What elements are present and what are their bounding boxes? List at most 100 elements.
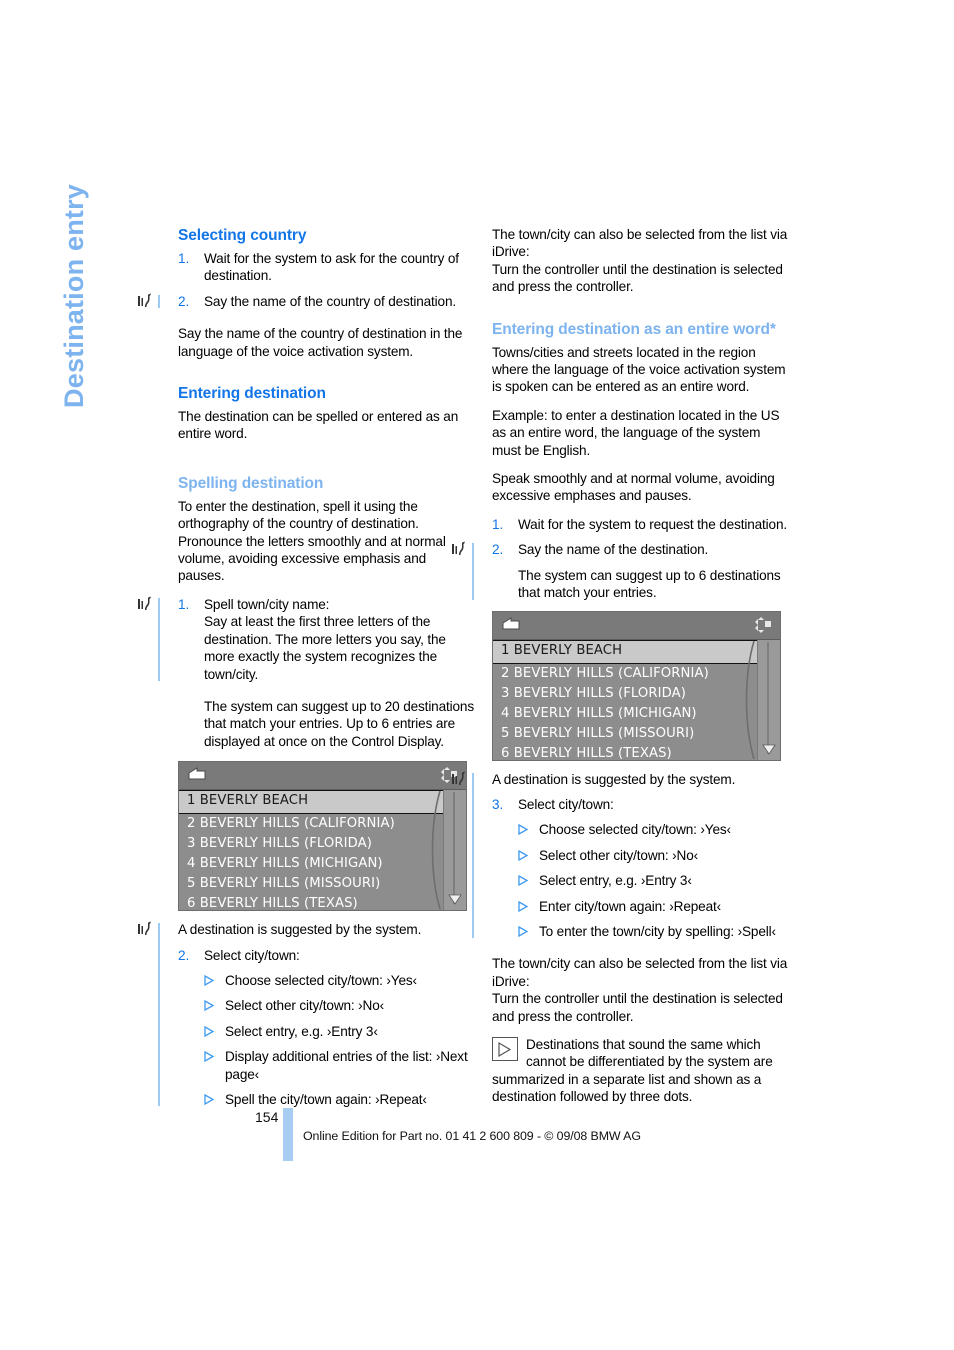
step-text-line1: Spell town/city name: xyxy=(204,596,330,612)
bullet-text: Select entry, e.g. ›Entry 3‹ xyxy=(539,873,692,889)
step-item: 1. Wait for the system to request the de… xyxy=(492,516,788,533)
idrive-list-item[interactable]: 3 BEVERLY HILLS (FLORIDA) xyxy=(493,684,780,704)
manual-page: Destination entry Selecting country 1. W… xyxy=(0,0,954,1350)
step-text: Select city/town: xyxy=(518,796,614,812)
step-number: 1. xyxy=(178,596,190,612)
bullet-item: Spell the city/town again: ›Repeat‹ xyxy=(178,1091,474,1108)
heading-selecting-country: Selecting country xyxy=(178,227,307,244)
caption-destination-suggested: A destination is suggested by the system… xyxy=(178,922,422,938)
triangle-bullet-icon xyxy=(204,1091,225,1108)
bullet-text: Select entry, e.g. ›Entry 3‹ xyxy=(225,1023,378,1039)
idrive-list: 1 BEVERLY BEACH 2 BEVERLY HILLS (CALIFOR… xyxy=(493,639,780,760)
idrive-list-item[interactable]: 6 BEVERLY HILLS (TEXAS) xyxy=(493,744,780,760)
voice-rule xyxy=(158,923,160,1107)
step-item: 2. Say the name of the country of destin… xyxy=(178,293,474,310)
step-text: Wait for the system to request the desti… xyxy=(518,516,787,532)
triangle-bullet-icon xyxy=(518,821,539,838)
step-number: 2. xyxy=(178,293,190,309)
idrive-list-item[interactable]: 2 BEVERLY HILLS (CALIFORNIA) xyxy=(493,664,780,684)
paragraph-entire-word-2: Example: to enter a destination located … xyxy=(492,407,780,458)
scrollbar-track xyxy=(453,792,455,905)
scroll-down-arrow-icon[interactable] xyxy=(762,740,776,759)
voice-step-group: 2. Say the name of the country of destin… xyxy=(138,293,474,310)
idrive-list-item[interactable]: 4 BEVERLY HILLS (MICHIGAN) xyxy=(179,854,466,874)
scroll-down-arrow-icon[interactable] xyxy=(448,890,462,909)
image-watermark: 07U1TNa0213REJUR xyxy=(772,643,779,702)
idrive-list-item[interactable]: 6 BEVERLY HILLS (TEXAS) xyxy=(179,894,466,910)
idrive-list-curve xyxy=(745,640,755,759)
heading-entering-destination: Entering destination xyxy=(178,385,326,403)
triangle-bullet-icon xyxy=(518,898,539,915)
voice-rule xyxy=(472,772,474,939)
step-number: 1. xyxy=(492,516,504,532)
voice-step-group: A destination is suggested by the system… xyxy=(452,771,788,941)
idrive-screenshot-entire-word: 1 BEVERLY BEACH 2 BEVERLY HILLS (CALIFOR… xyxy=(492,610,781,761)
triangle-bullet-icon xyxy=(518,923,539,940)
step-text-line2: Say at least the first three letters of … xyxy=(204,614,446,682)
paragraph-idrive-intro: The town/city can also be selected from … xyxy=(492,226,788,296)
idrive-list-item[interactable]: 4 BEVERLY HILLS (MICHIGAN) xyxy=(493,704,780,724)
paragraph-idrive-closing: The town/city can also be selected from … xyxy=(492,955,788,1025)
back-arrow-icon[interactable] xyxy=(186,767,208,787)
idrive-list-item[interactable]: 5 BEVERLY HILLS (MISSOURI) xyxy=(179,874,466,894)
triangle-bullet-icon xyxy=(204,972,225,989)
idrive-closing-line2: Turn the controller until the destinatio… xyxy=(492,991,783,1024)
idrive-list-item[interactable]: 3 BEVERLY HILLS (FLORIDA) xyxy=(179,834,466,854)
bullet-item: Select other city/town: ›No‹ xyxy=(492,847,788,864)
paragraph-spelling-destination: To enter the destination, spell it using… xyxy=(178,498,446,584)
voice-rule xyxy=(472,543,474,600)
voice-command-icon xyxy=(450,541,470,560)
back-arrow-icon[interactable] xyxy=(500,616,522,637)
scrollbar-track xyxy=(767,641,769,754)
bullet-item: Select other city/town: ›No‹ xyxy=(178,997,474,1014)
bullet-text: Select other city/town: ›No‹ xyxy=(539,847,698,863)
right-column: The town/city can also be selected from … xyxy=(452,226,788,1106)
voice-command-icon xyxy=(136,596,156,615)
triangle-bullet-icon xyxy=(204,997,225,1014)
paragraph-6-destinations: The system can suggest up to 6 destinati… xyxy=(518,567,781,601)
idrive-topbar xyxy=(493,611,780,640)
note-text: Destinations that sound the same which c… xyxy=(492,1036,773,1105)
paragraph-entering-destination: The destination can be spelled or entere… xyxy=(178,409,459,442)
step-item: 1. Spell town/city name: Say at least th… xyxy=(178,596,474,683)
controller-icon xyxy=(752,616,772,638)
bullet-text: Select other city/town: ›No‹ xyxy=(225,998,384,1014)
footer-accent-bar xyxy=(283,1108,293,1161)
voice-rule xyxy=(158,294,160,309)
bullet-item: Select entry, e.g. ›Entry 3‹ xyxy=(178,1023,474,1040)
bullet-text: To enter the town/city by spelling: ›Spe… xyxy=(539,923,776,939)
step-number: 2. xyxy=(178,947,190,963)
idrive-topbar xyxy=(179,762,466,791)
bullet-text: Enter city/town again: ›Repeat‹ xyxy=(539,898,721,914)
idrive-intro-line2: Turn the controller until the destinatio… xyxy=(492,261,783,295)
bullet-text: Display additional entries of the list: … xyxy=(225,1049,468,1082)
idrive-list-item[interactable]: 2 BEVERLY HILLS (CALIFORNIA) xyxy=(179,814,466,834)
step-number: 2. xyxy=(492,542,504,558)
voice-rule xyxy=(158,597,160,681)
voice-step-group: 1. Spell town/city name: Say at least th… xyxy=(138,596,474,683)
idrive-list-item-selected[interactable]: 1 BEVERLY BEACH xyxy=(493,639,780,664)
idrive-list-item-selected[interactable]: 1 BEVERLY BEACH xyxy=(179,790,466,815)
bullet-item: Choose selected city/town: ›Yes‹ xyxy=(492,821,788,838)
idrive-list-item[interactable]: 5 BEVERLY HILLS (MISSOURI) xyxy=(493,724,780,744)
paragraph-entire-word-3: Speak smoothly and at normal volume, avo… xyxy=(492,471,775,504)
voice-command-icon xyxy=(136,921,156,940)
voice-step-group: 2. Say the name of the destination. The … xyxy=(452,541,788,601)
chapter-title: Destination entry xyxy=(59,184,89,408)
step-text: Spell town/city name: Say at least the f… xyxy=(204,596,474,683)
voice-command-icon xyxy=(450,771,470,790)
idrive-intro-line1: The town/city can also be selected from … xyxy=(492,227,788,260)
voice-command-icon xyxy=(136,293,156,312)
bullet-item: Choose selected city/town: ›Yes‹ xyxy=(178,972,474,989)
idrive-list: 1 BEVERLY BEACH 2 BEVERLY HILLS (CALIFOR… xyxy=(179,790,466,911)
note-block: Destinations that sound the same which c… xyxy=(492,1036,788,1106)
idrive-closing-line1: The town/city can also be selected from … xyxy=(492,956,788,989)
bullet-text: Choose selected city/town: ›Yes‹ xyxy=(539,822,731,838)
step-item: 1. Wait for the system to ask for the co… xyxy=(178,250,474,285)
paragraph-entire-word-1: Towns/cities and streets located in the … xyxy=(492,344,786,395)
